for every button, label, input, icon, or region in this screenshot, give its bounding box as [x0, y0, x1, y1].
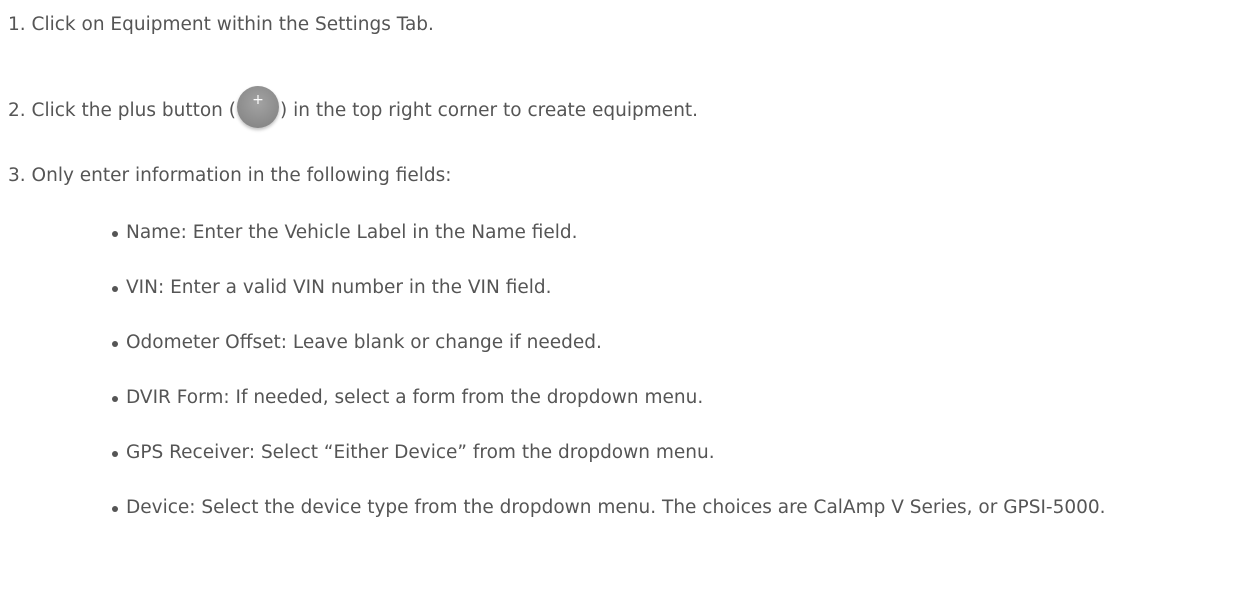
- plus-icon: +: [252, 92, 264, 108]
- list-item-text: Device: Select the device type from the …: [126, 497, 1106, 518]
- list-item-text: VIN: Enter a valid VIN number in the VIN…: [126, 277, 552, 298]
- step-text: Only enter information in the following …: [31, 165, 452, 186]
- instructions-page: { "steps": [ { "number": "1.", "text": "…: [0, 0, 1235, 604]
- list-item-gps-receiver: GPS Receiver: Select “Either Device” fro…: [112, 440, 1227, 466]
- list-item-device: Device: Select the device type from the …: [112, 495, 1227, 521]
- step-1: 1. Click on Equipment within the Setting…: [8, 12, 434, 38]
- list-item-text: Odometer Offset: Leave blank or change i…: [126, 332, 602, 353]
- bullet-icon: [112, 231, 118, 237]
- list-item-dvir-form: DVIR Form: If needed, select a form from…: [112, 385, 1227, 411]
- step-number: 2.: [8, 100, 26, 121]
- step-text: Click on Equipment within the Settings T…: [31, 14, 434, 35]
- step-text-before: Click the plus button (: [31, 100, 236, 121]
- step-number: 1.: [8, 14, 26, 35]
- step-number: 3.: [8, 165, 26, 186]
- list-item-name: Name: Enter the Vehicle Label in the Nam…: [112, 220, 1227, 246]
- step-3: 3. Only enter information in the followi…: [8, 163, 452, 189]
- list-item-text: GPS Receiver: Select “Either Device” fro…: [126, 442, 715, 463]
- bullet-icon: [112, 341, 118, 347]
- bullet-icon: [112, 451, 118, 457]
- list-item-vin: VIN: Enter a valid VIN number in the VIN…: [112, 275, 1227, 301]
- plus-button-icon: +: [237, 86, 279, 128]
- list-item-text: Name: Enter the Vehicle Label in the Nam…: [126, 222, 578, 243]
- bullet-icon: [112, 396, 118, 402]
- list-item-text: DVIR Form: If needed, select a form from…: [126, 387, 704, 408]
- step-text-after: ) in the top right corner to create equi…: [280, 100, 699, 121]
- step-2: 2. Click the plus button ( + ) in the top …: [8, 86, 698, 128]
- bullet-icon: [112, 506, 118, 512]
- list-item-odometer-offset: Odometer Offset: Leave blank or change i…: [112, 330, 1227, 356]
- bullet-icon: [112, 286, 118, 292]
